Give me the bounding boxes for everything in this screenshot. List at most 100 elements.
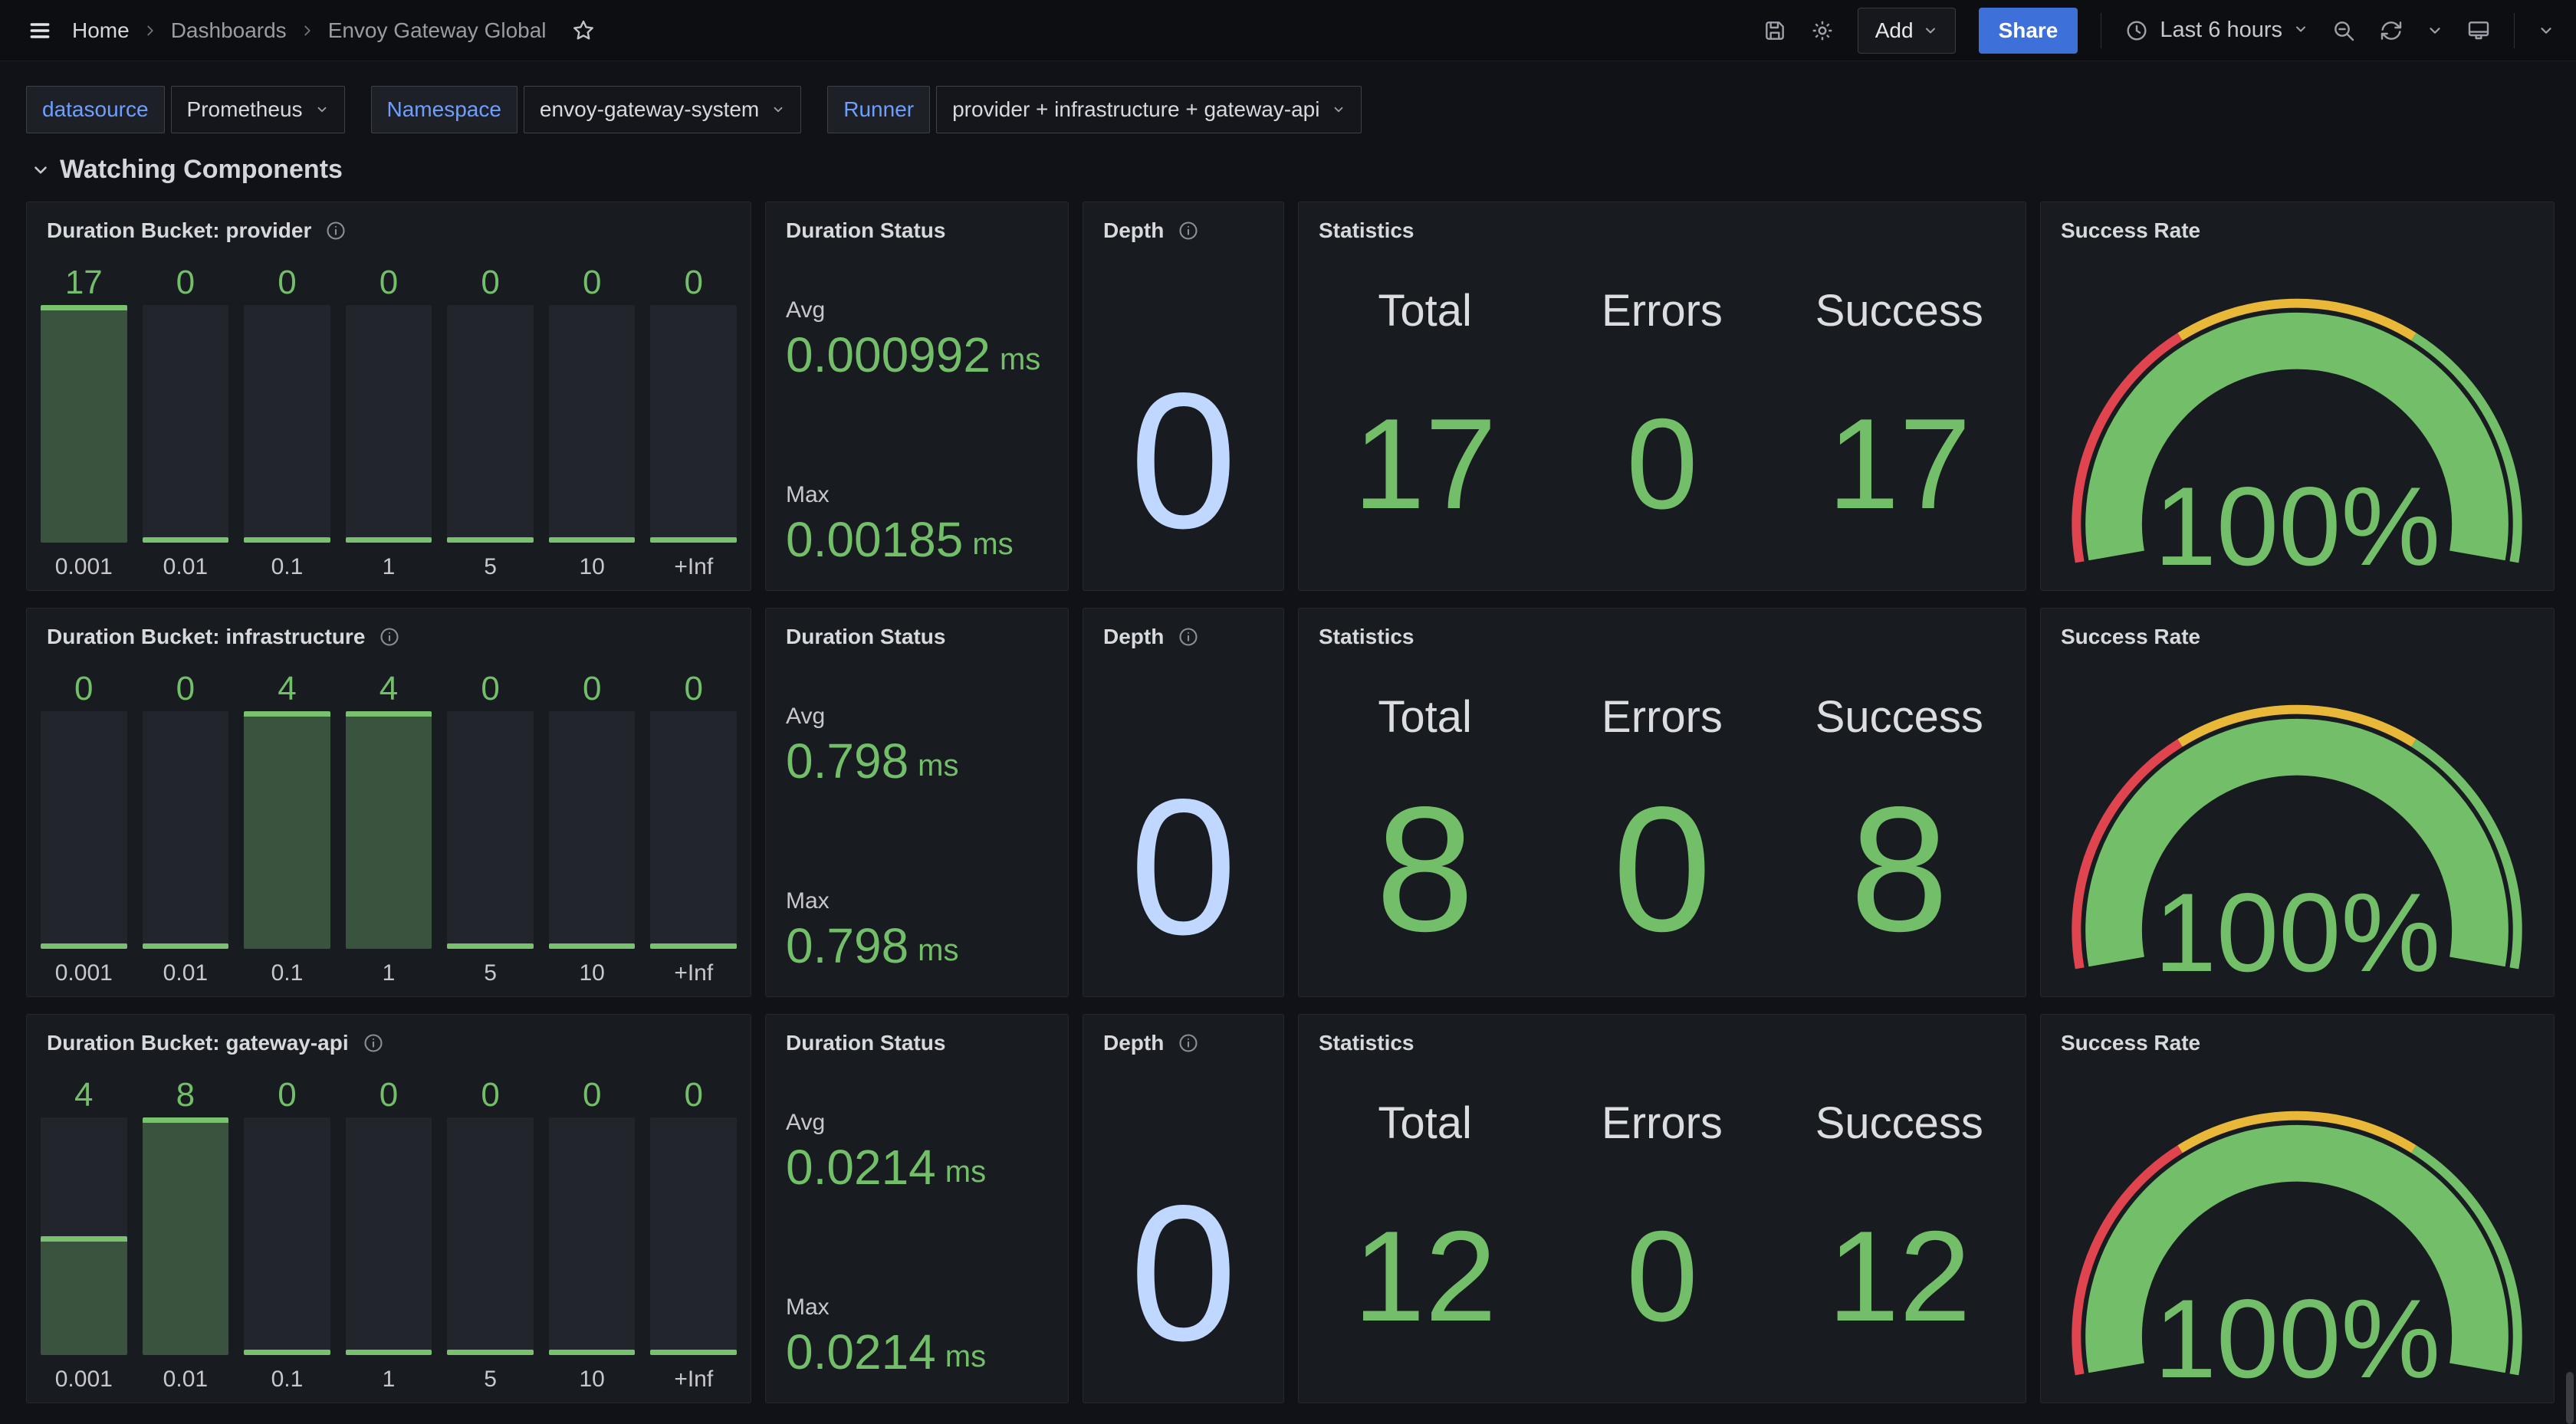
max-value: 0.798 bbox=[786, 920, 909, 972]
bar-axis-label: +Inf bbox=[650, 949, 737, 989]
bar-track bbox=[650, 711, 737, 949]
chevron-down-icon bbox=[2293, 18, 2308, 43]
bar-axis-label: 0.001 bbox=[41, 949, 127, 989]
bar-value-label: 0 bbox=[447, 1076, 534, 1114]
bar-track bbox=[41, 1117, 127, 1355]
save-dashboard-icon[interactable] bbox=[1763, 18, 1787, 43]
panel-title: Duration Status bbox=[786, 218, 945, 243]
panel-statistics: Statistics Total 17 Errors 0 Success 17 bbox=[1298, 202, 2026, 591]
panel-success-rate: Success Rate 100% bbox=[2040, 202, 2555, 591]
add-button-label: Add bbox=[1875, 18, 1914, 43]
bucket-bar[interactable]: 170.001 bbox=[41, 264, 127, 582]
bucket-bar[interactable]: 41 bbox=[346, 670, 432, 989]
info-icon[interactable] bbox=[1178, 1032, 1199, 1054]
panel-depth: Depth 0 bbox=[1083, 608, 1284, 997]
bucket-bar[interactable]: 00.01 bbox=[143, 670, 229, 989]
scrollbar-thumb[interactable] bbox=[2566, 1372, 2574, 1424]
info-icon[interactable] bbox=[1178, 220, 1199, 241]
bar-track bbox=[447, 305, 534, 543]
bucket-bar[interactable]: 80.01 bbox=[143, 1076, 229, 1395]
bar-track bbox=[650, 305, 737, 543]
bar-track bbox=[346, 711, 432, 949]
depth-value: 0 bbox=[1083, 655, 1283, 996]
breadcrumb-dashboards[interactable]: Dashboards bbox=[171, 18, 287, 43]
bucket-bar[interactable]: 01 bbox=[346, 1076, 432, 1395]
favorite-star-icon[interactable] bbox=[571, 18, 596, 43]
bar-axis-label: 1 bbox=[346, 1355, 432, 1395]
stat-label: Errors bbox=[1602, 285, 1723, 336]
bar-track bbox=[447, 711, 534, 949]
stat-total: Total 12 bbox=[1306, 1061, 1543, 1403]
panel-grid: Duration Bucket: provider 170.00100.0100… bbox=[26, 202, 2555, 1403]
zoom-out-time-icon[interactable] bbox=[2331, 18, 2356, 43]
bar-axis-label: 10 bbox=[549, 949, 636, 989]
depth-value: 0 bbox=[1083, 1061, 1283, 1403]
namespace-select[interactable]: envoy-gateway-system bbox=[524, 86, 801, 133]
bucket-bar[interactable]: 0+Inf bbox=[650, 264, 737, 582]
bar-fill bbox=[41, 943, 127, 949]
panel-title: Duration Bucket: provider bbox=[47, 218, 311, 243]
menu-hamburger-icon[interactable] bbox=[28, 18, 52, 43]
bucket-bar[interactable]: 010 bbox=[549, 264, 636, 582]
stat-success: Success 17 bbox=[1781, 248, 2018, 590]
bar-value-label: 0 bbox=[244, 1076, 330, 1114]
row-watching-components-toggle[interactable]: Watching Components bbox=[31, 155, 2576, 185]
bucket-bar[interactable]: 01 bbox=[346, 264, 432, 582]
bar-axis-label: 1 bbox=[346, 543, 432, 582]
runner-select[interactable]: provider + infrastructure + gateway-api bbox=[936, 86, 1362, 133]
info-icon[interactable] bbox=[379, 626, 400, 648]
stat-value: 0 bbox=[1626, 336, 1697, 590]
bucket-bar[interactable]: 05 bbox=[447, 670, 534, 989]
chevron-down-icon bbox=[315, 103, 329, 116]
bucket-bar[interactable]: 0+Inf bbox=[650, 670, 737, 989]
info-icon[interactable] bbox=[325, 220, 347, 241]
runner-value: provider + infrastructure + gateway-api bbox=[952, 97, 1319, 122]
bar-track bbox=[549, 305, 636, 543]
add-button[interactable]: Add bbox=[1858, 8, 1956, 54]
clock-icon bbox=[2124, 18, 2149, 43]
toolbar-divider bbox=[2514, 13, 2515, 48]
kiosk-mode-monitor-icon[interactable] bbox=[2466, 18, 2491, 43]
top-nav-bar: Home Dashboards Envoy Gateway Global bbox=[0, 0, 2576, 61]
bucket-bar[interactable]: 00.001 bbox=[41, 670, 127, 989]
panel-duration-status: Duration Status Avg 0.798 ms Max 0.798 m… bbox=[765, 608, 1069, 997]
bucket-bar[interactable]: 05 bbox=[447, 1076, 534, 1395]
panel-title: Depth bbox=[1103, 218, 1164, 243]
bar-fill bbox=[447, 537, 534, 543]
bucket-bar[interactable]: 00.1 bbox=[244, 1076, 330, 1395]
bar-value-label: 0 bbox=[650, 1076, 737, 1114]
bar-axis-label: 5 bbox=[447, 949, 534, 989]
chevron-right-icon bbox=[299, 22, 316, 39]
info-icon[interactable] bbox=[1178, 626, 1199, 648]
bucket-bar[interactable]: 00.1 bbox=[244, 264, 330, 582]
stat-success: Success 12 bbox=[1781, 1061, 2018, 1403]
refresh-icon[interactable] bbox=[2379, 18, 2404, 43]
bar-track bbox=[346, 1117, 432, 1355]
stat-label: Success bbox=[1815, 1098, 1983, 1149]
refresh-interval-chevron-icon[interactable] bbox=[2426, 22, 2443, 39]
bar-axis-label: 5 bbox=[447, 1355, 534, 1395]
info-icon[interactable] bbox=[363, 1032, 384, 1054]
share-button[interactable]: Share bbox=[1979, 8, 2078, 54]
breadcrumb-home[interactable]: Home bbox=[72, 18, 130, 43]
bucket-bar[interactable]: 40.1 bbox=[244, 670, 330, 989]
max-value: 0.00185 bbox=[786, 514, 963, 566]
time-range-picker[interactable]: Last 6 hours bbox=[2124, 18, 2308, 43]
variable-datasource: datasource Prometheus bbox=[26, 86, 345, 133]
bucket-bar[interactable]: 0+Inf bbox=[650, 1076, 737, 1395]
bucket-bar[interactable]: 00.01 bbox=[143, 264, 229, 582]
stat-errors: Errors 0 bbox=[1543, 655, 1780, 996]
panel-success-rate: Success Rate 100% bbox=[2040, 1014, 2555, 1403]
bucket-bar[interactable]: 05 bbox=[447, 264, 534, 582]
panel-success-rate: Success Rate 100% bbox=[2040, 608, 2555, 997]
bar-fill bbox=[143, 537, 229, 543]
namespace-value: envoy-gateway-system bbox=[540, 97, 759, 122]
stat-total: Total 8 bbox=[1306, 655, 1543, 996]
bar-value-label: 17 bbox=[41, 264, 127, 302]
collapse-toolbar-chevron-icon[interactable] bbox=[2538, 22, 2555, 39]
bucket-bar[interactable]: 010 bbox=[549, 670, 636, 989]
datasource-select[interactable]: Prometheus bbox=[171, 86, 345, 133]
bucket-bar[interactable]: 010 bbox=[549, 1076, 636, 1395]
dashboard-settings-gear-icon[interactable] bbox=[1810, 18, 1835, 43]
bucket-bar[interactable]: 40.001 bbox=[41, 1076, 127, 1395]
